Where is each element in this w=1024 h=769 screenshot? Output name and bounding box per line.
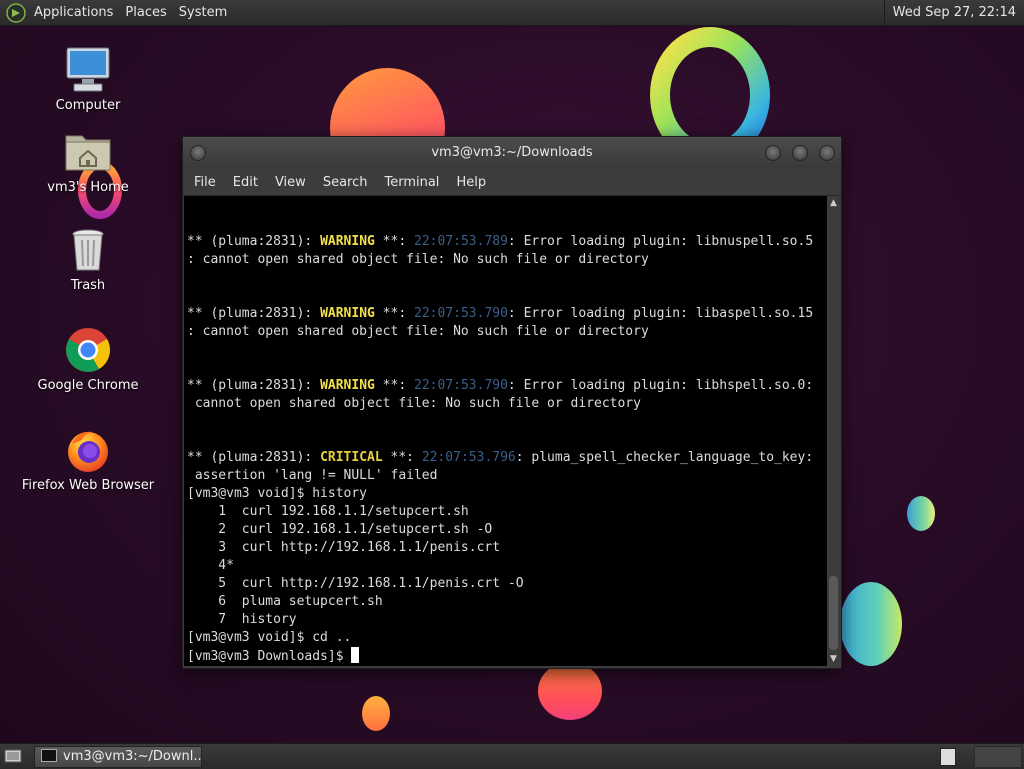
desktop-icon-home[interactable]: vm3's Home	[8, 128, 168, 195]
trash-icon	[64, 226, 112, 274]
desktop-icon-label: Google Chrome	[37, 378, 139, 393]
scroll-down-icon[interactable]: ▼	[827, 652, 840, 666]
decorative-blob	[362, 696, 390, 731]
desktop-icon-firefox[interactable]: Firefox Web Browser	[8, 426, 168, 493]
menu-search[interactable]: Search	[316, 175, 375, 190]
clock[interactable]: Wed Sep 27, 22:14	[883, 0, 1024, 25]
terminal-window[interactable]: vm3@vm3:~/Downloads File Edit View Searc…	[182, 136, 842, 669]
applications-menu[interactable]: Applications	[28, 0, 119, 25]
terminal-menubar: File Edit View Search Terminal Help	[183, 169, 841, 196]
menu-file[interactable]: File	[187, 175, 223, 190]
panel-tray	[974, 746, 1022, 768]
desktop-icon-chrome[interactable]: Google Chrome	[8, 326, 168, 393]
system-menu[interactable]: System	[173, 0, 233, 25]
menu-view[interactable]: View	[268, 175, 313, 190]
home-folder-icon	[64, 128, 112, 176]
desktop-icon-label: Trash	[70, 278, 106, 293]
menu-edit[interactable]: Edit	[226, 175, 265, 190]
desktop-icon-label: Firefox Web Browser	[21, 478, 155, 493]
places-menu[interactable]: Places	[119, 0, 172, 25]
desktop-icon-label: vm3's Home	[47, 180, 129, 195]
bottom-panel: vm3@vm3:~/Downl...	[0, 743, 1024, 769]
top-panel: Applications Places System Wed Sep 27, 2…	[0, 0, 1024, 26]
terminal-icon	[41, 749, 57, 762]
terminal-scrollbar[interactable]: ▲ ▼	[827, 196, 840, 666]
menu-help[interactable]: Help	[449, 175, 493, 190]
desktop-icon-computer[interactable]: Computer	[8, 46, 168, 113]
scrollbar-thumb[interactable]	[829, 576, 838, 650]
window-title: vm3@vm3:~/Downloads	[431, 145, 593, 160]
mate-logo-icon[interactable]	[6, 2, 26, 23]
workspace-switcher[interactable]	[940, 748, 956, 766]
menu-terminal[interactable]: Terminal	[377, 175, 446, 190]
decorative-blob	[840, 582, 902, 666]
show-desktop-icon[interactable]	[4, 748, 22, 764]
firefox-icon	[64, 426, 112, 474]
scroll-up-icon[interactable]: ▲	[827, 196, 840, 210]
chrome-icon	[64, 326, 112, 374]
maximize-icon[interactable]	[792, 145, 808, 161]
close-icon[interactable]	[819, 145, 835, 161]
text-cursor	[351, 647, 360, 663]
decorative-blob	[538, 662, 602, 720]
terminal-titlebar[interactable]: vm3@vm3:~/Downloads	[183, 137, 841, 169]
terminal-output[interactable]: ** (pluma:2831): WARNING **: 22:07:53.78…	[184, 196, 827, 666]
desktop-icon-label: Computer	[55, 98, 121, 113]
desktop-icon-trash[interactable]: Trash	[8, 226, 168, 293]
computer-icon	[64, 46, 112, 94]
shell-prompt: [vm3@vm3 Downloads]$	[187, 649, 352, 664]
taskbar-terminal-button[interactable]: vm3@vm3:~/Downl...	[34, 746, 202, 768]
terminal-text: ** (pluma:2831): WARNING **: 22:07:53.78…	[187, 234, 814, 664]
minimize-icon[interactable]	[765, 145, 781, 161]
window-menu-icon[interactable]	[190, 145, 206, 161]
taskbar-label: vm3@vm3:~/Downl...	[63, 749, 202, 764]
decorative-blob	[907, 496, 935, 531]
